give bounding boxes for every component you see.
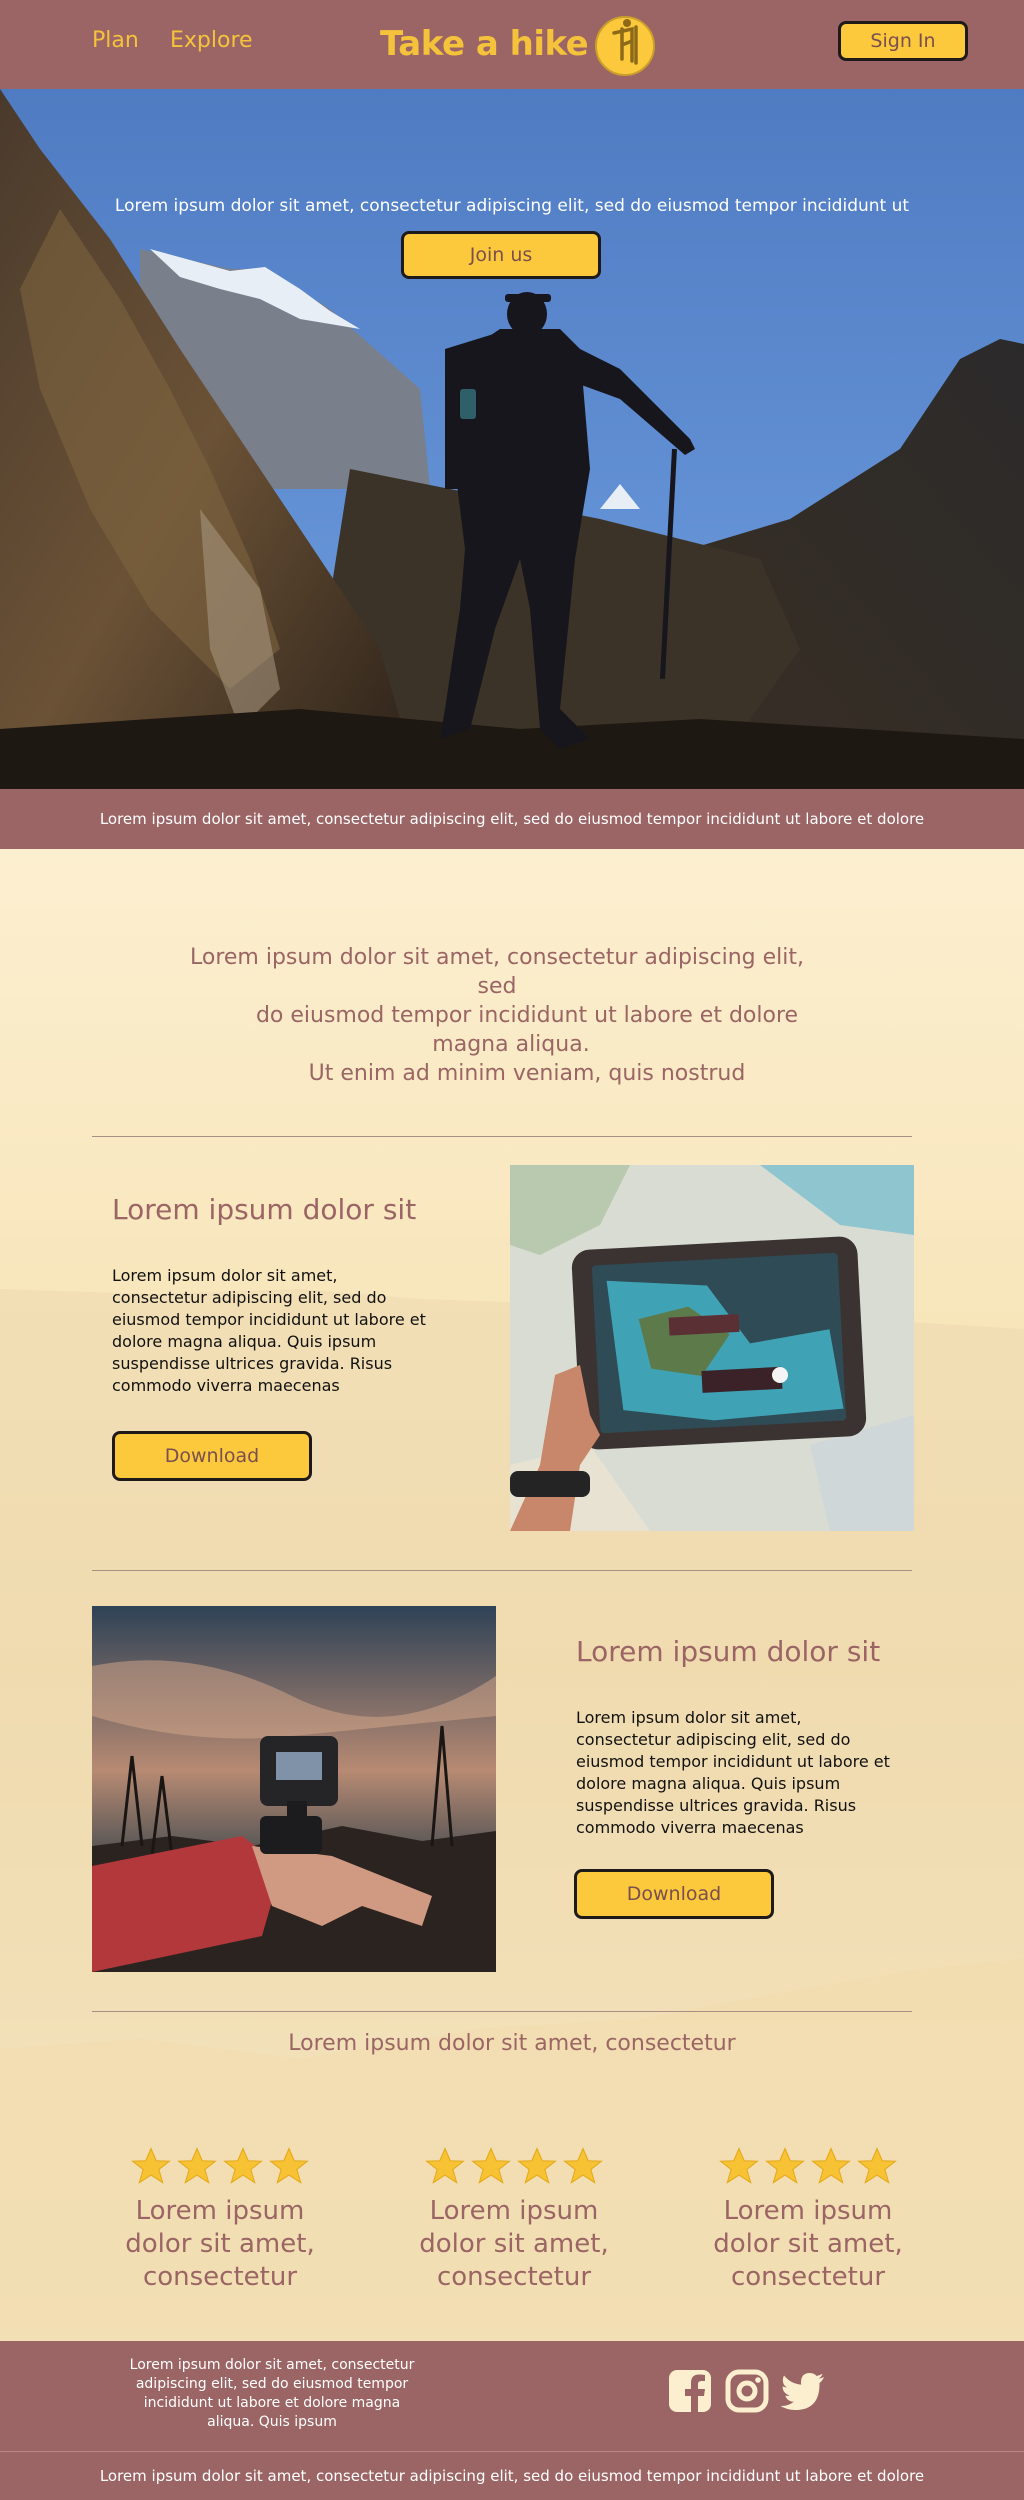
review-text: Lorem ipsum dolor sit amet, consectetur <box>419 2196 609 2292</box>
hero-section: Lorem ipsum dolor sit amet, consectetur … <box>0 89 1024 789</box>
star-icon <box>563 2147 603 2184</box>
star-icon <box>425 2147 465 2184</box>
review-card: Lorem ipsum dolor sit amet, consectetur <box>394 2145 634 2294</box>
hiker-logo-icon <box>595 16 656 76</box>
site-header: Plan Explore Take a hike Sign In <box>0 0 1024 89</box>
star-icon <box>131 2147 171 2184</box>
twitter-icon[interactable] <box>780 2369 826 2413</box>
facebook-icon[interactable] <box>668 2369 712 2413</box>
intro-line: magna aliqua. <box>432 1032 590 1057</box>
nav-plan-link[interactable]: Plan <box>92 28 139 53</box>
join-us-button[interactable]: Join us <box>401 231 601 279</box>
star-icon <box>857 2147 897 2184</box>
star-icon <box>471 2147 511 2184</box>
star-rating <box>100 2145 340 2187</box>
star-icon <box>811 2147 851 2184</box>
feature-title: Lorem ipsum dolor sit <box>112 1193 417 1226</box>
hero-banner: Lorem ipsum dolor sit amet, consectetur … <box>0 789 1024 849</box>
star-icon <box>719 2147 759 2184</box>
star-icon <box>517 2147 557 2184</box>
star-icon <box>765 2147 805 2184</box>
brand-name: Take a hike <box>380 24 589 64</box>
main-content: Lorem ipsum dolor sit amet, consectetur … <box>0 849 1024 2341</box>
reviews-heading: Lorem ipsum dolor sit amet, consectetur <box>288 2031 736 2056</box>
download-button[interactable]: Download <box>574 1869 774 1919</box>
star-rating <box>394 2145 634 2187</box>
review-text: Lorem ipsum dolor sit amet, consectetur <box>125 2196 315 2292</box>
hiker-mountain-photo <box>0 89 1024 789</box>
star-rating <box>688 2145 928 2187</box>
intro-line: do eiusmod tempor incididunt ut labore e… <box>255 1003 799 1028</box>
brand-logo[interactable]: Take a hike <box>380 16 658 76</box>
feature-title: Lorem ipsum dolor sit <box>576 1635 881 1668</box>
review-text: Lorem ipsum dolor sit amet, consectetur <box>713 2196 903 2292</box>
tablet-map-photo <box>510 1165 914 1531</box>
intro-line: sed <box>477 974 517 999</box>
feature-body: Lorem ipsum dolor sit amet, consectetur … <box>576 1708 890 1837</box>
star-icon <box>177 2147 217 2184</box>
site-footer: Lorem ipsum dolor sit amet, consectetur … <box>0 2341 1024 2451</box>
action-camera-wrist-photo <box>92 1606 496 1972</box>
review-card: Lorem ipsum dolor sit amet, consectetur <box>688 2145 928 2294</box>
intro-line: Ut enim ad minim veniam, quis nostrud <box>308 1061 746 1086</box>
divider <box>92 1570 912 1571</box>
divider <box>92 2011 912 2012</box>
hero-tagline: Lorem ipsum dolor sit amet, consectetur … <box>114 196 910 216</box>
nav-explore-link[interactable]: Explore <box>170 28 253 53</box>
bottom-bar: Lorem ipsum dolor sit amet, consectetur … <box>0 2451 1024 2500</box>
instagram-icon[interactable] <box>725 2369 769 2413</box>
sign-in-button[interactable]: Sign In <box>838 21 968 61</box>
star-icon <box>269 2147 309 2184</box>
review-card: Lorem ipsum dolor sit amet, consectetur <box>100 2145 340 2294</box>
star-icon <box>223 2147 263 2184</box>
feature-body: Lorem ipsum dolor sit amet, consectetur … <box>112 1266 426 1395</box>
footer-text: Lorem ipsum dolor sit amet, consectetur … <box>129 2357 415 2430</box>
intro-line: Lorem ipsum dolor sit amet, consectetur … <box>190 945 804 970</box>
divider <box>92 1136 912 1137</box>
download-button[interactable]: Download <box>112 1431 312 1481</box>
intro-text: Lorem ipsum dolor sit amet, consectetur … <box>80 943 944 1088</box>
